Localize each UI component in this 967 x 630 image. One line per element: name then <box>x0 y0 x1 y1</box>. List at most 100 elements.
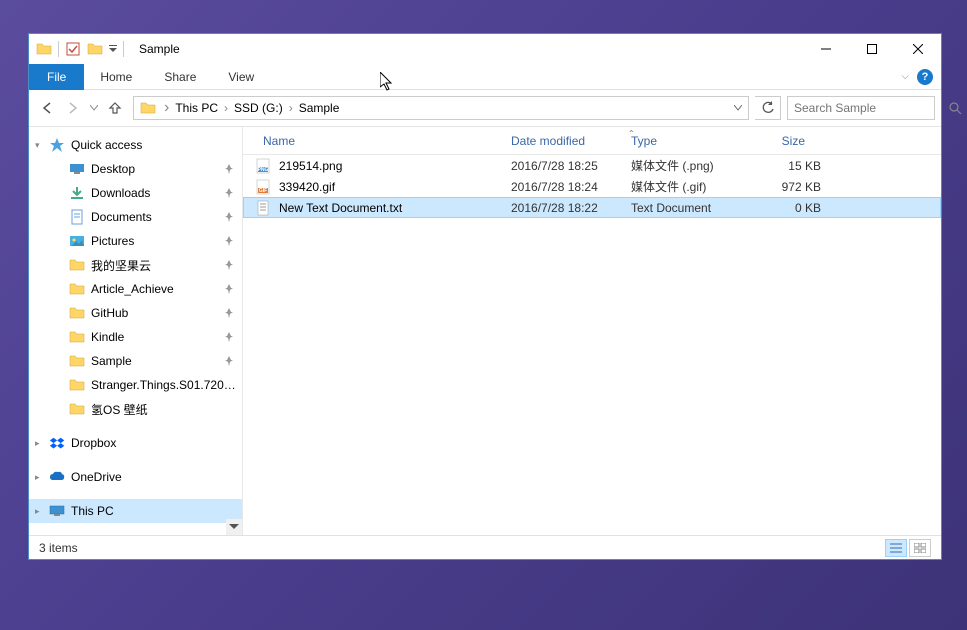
address-folder-icon <box>138 98 158 118</box>
search-box[interactable] <box>787 96 935 120</box>
file-date: 2016/7/28 18:25 <box>511 159 631 173</box>
onedrive-icon <box>49 469 65 485</box>
file-row[interactable]: GIF339420.gif2016/7/28 18:24媒体文件 (.gif)9… <box>243 176 941 197</box>
close-button[interactable] <box>895 34 941 64</box>
breadcrumb-folder[interactable]: Sample <box>295 101 344 115</box>
help-icon[interactable]: ? <box>917 69 933 85</box>
nav-up-button[interactable] <box>103 96 127 120</box>
sidebar-item-label: Article_Achieve <box>91 282 224 296</box>
file-name: 339420.gif <box>279 180 511 194</box>
column-type[interactable]: Type <box>623 134 743 148</box>
sidebar-item-pictures[interactable]: Pictures <box>29 229 242 253</box>
view-details-button[interactable] <box>885 539 907 557</box>
sidebar-item--os-[interactable]: 氢OS 壁纸 <box>29 397 242 421</box>
file-date: 2016/7/28 18:24 <box>511 180 631 194</box>
maximize-button[interactable] <box>849 34 895 64</box>
nav-recent-dropdown[interactable] <box>87 96 101 120</box>
breadcrumb-thispc[interactable]: This PC <box>171 101 222 115</box>
sidebar-item-downloads[interactable]: Downloads <box>29 181 242 205</box>
ribbon-expand-icon[interactable]: ⌵ <box>901 71 909 82</box>
nav-forward-button[interactable] <box>61 96 85 120</box>
sidebar-item-github[interactable]: GitHub <box>29 301 242 325</box>
folder-icon <box>69 305 85 321</box>
chevron-down-icon[interactable]: ▾ <box>35 140 45 151</box>
address-bar[interactable]: › This PC › SSD (G:) › Sample <box>133 96 749 120</box>
folder-icon <box>33 38 55 60</box>
navbar: › This PC › SSD (G:) › Sample <box>29 90 941 126</box>
dropbox-icon <box>49 435 65 451</box>
file-list[interactable]: PNG219514.png2016/7/28 18:25媒体文件 (.png)1… <box>243 155 941 535</box>
sidebar-item-article-achieve[interactable]: Article_Achieve <box>29 277 242 301</box>
breadcrumb-sep-icon[interactable]: › <box>287 101 295 115</box>
chevron-right-icon[interactable]: ▸ <box>35 438 45 449</box>
sidebar-item-label: Kindle <box>91 330 224 344</box>
sidebar-item-stranger-things-s01-720p-n[interactable]: Stranger.Things.S01.720p.N <box>29 373 242 397</box>
address-dropdown-icon[interactable] <box>728 105 748 111</box>
pin-icon <box>224 260 234 270</box>
sidebar-item-label: Pictures <box>91 234 224 248</box>
folder-icon <box>69 329 85 345</box>
refresh-button[interactable] <box>755 96 781 120</box>
svg-text:PNG: PNG <box>258 167 269 173</box>
statusbar: 3 items <box>29 535 941 559</box>
sidebar-item-sample[interactable]: Sample <box>29 349 242 373</box>
sidebar-item-label: Desktop <box>91 162 224 176</box>
file-type: 媒体文件 (.gif) <box>631 178 751 195</box>
pin-icon <box>224 164 234 174</box>
sidebar-item-label: GitHub <box>91 306 224 320</box>
breadcrumb-drive[interactable]: SSD (G:) <box>230 101 287 115</box>
sidebar-item--[interactable]: 我的坚果云 <box>29 253 242 277</box>
column-name[interactable]: Name <box>255 134 503 148</box>
window-title: Sample <box>139 42 180 56</box>
sidebar-item-label: Documents <box>91 210 224 224</box>
ribbon-tab-share[interactable]: Share <box>148 64 212 90</box>
documents-icon <box>69 209 85 225</box>
file-pane[interactable]: Name Date modified Type Size ⌃ PNG219514… <box>243 127 941 535</box>
qat-dropdown-icon[interactable] <box>106 38 120 60</box>
sidebar-item-documents[interactable]: Documents <box>29 205 242 229</box>
svg-text:GIF: GIF <box>259 188 267 194</box>
pin-icon <box>224 284 234 294</box>
search-icon[interactable] <box>949 102 962 115</box>
column-date[interactable]: Date modified <box>503 134 623 148</box>
chevron-right-icon[interactable]: ▸ <box>35 506 45 517</box>
file-size: 0 KB <box>751 201 821 215</box>
file-row[interactable]: PNG219514.png2016/7/28 18:25媒体文件 (.png)1… <box>243 155 941 176</box>
sort-indicator-icon: ⌃ <box>628 129 635 138</box>
sidebar-thispc[interactable]: ▸ This PC <box>29 499 242 523</box>
sidebar-item-label: Downloads <box>91 186 224 200</box>
sidebar-item-kindle[interactable]: Kindle <box>29 325 242 349</box>
search-input[interactable] <box>794 101 949 115</box>
file-size: 15 KB <box>751 159 821 173</box>
file-name: New Text Document.txt <box>279 201 511 215</box>
file-gif-icon: GIF <box>255 179 271 195</box>
breadcrumb-sep-icon[interactable]: › <box>222 101 230 115</box>
sidebar-onedrive[interactable]: ▸ OneDrive <box>29 465 242 489</box>
qat-newfolder-icon[interactable] <box>84 38 106 60</box>
chevron-right-icon[interactable]: ▸ <box>35 472 45 483</box>
qat-properties-icon[interactable] <box>62 38 84 60</box>
sidebar-dropbox[interactable]: ▸ Dropbox <box>29 431 242 455</box>
ribbon-tab-home[interactable]: Home <box>84 64 148 90</box>
ribbon-file-tab[interactable]: File <box>29 64 84 90</box>
column-size[interactable]: Size <box>743 134 813 148</box>
sidebar-item-desktop[interactable]: Desktop <box>29 157 242 181</box>
computer-icon <box>49 503 65 519</box>
ribbon-tab-view[interactable]: View <box>212 64 270 90</box>
minimize-button[interactable] <box>803 34 849 64</box>
file-row[interactable]: New Text Document.txt2016/7/28 18:22Text… <box>243 197 941 218</box>
scroll-down-icon[interactable] <box>226 519 242 535</box>
breadcrumb: This PC › SSD (G:) › Sample <box>171 101 343 115</box>
file-date: 2016/7/28 18:22 <box>511 201 631 215</box>
pin-icon <box>224 236 234 246</box>
file-png-icon: PNG <box>255 158 271 174</box>
nav-back-button[interactable] <box>35 96 59 120</box>
sidebar[interactable]: ▾ Quick access Desktop Downloads Documents… <box>29 127 243 535</box>
titlebar[interactable]: Sample <box>29 34 941 64</box>
view-icons-button[interactable] <box>909 539 931 557</box>
breadcrumb-sep-icon[interactable]: › <box>162 99 171 117</box>
ribbon: File Home Share View ⌵ ? <box>29 64 941 90</box>
pin-icon <box>224 212 234 222</box>
sidebar-quick-access[interactable]: ▾ Quick access <box>29 133 242 157</box>
sidebar-item-label: Sample <box>91 354 224 368</box>
